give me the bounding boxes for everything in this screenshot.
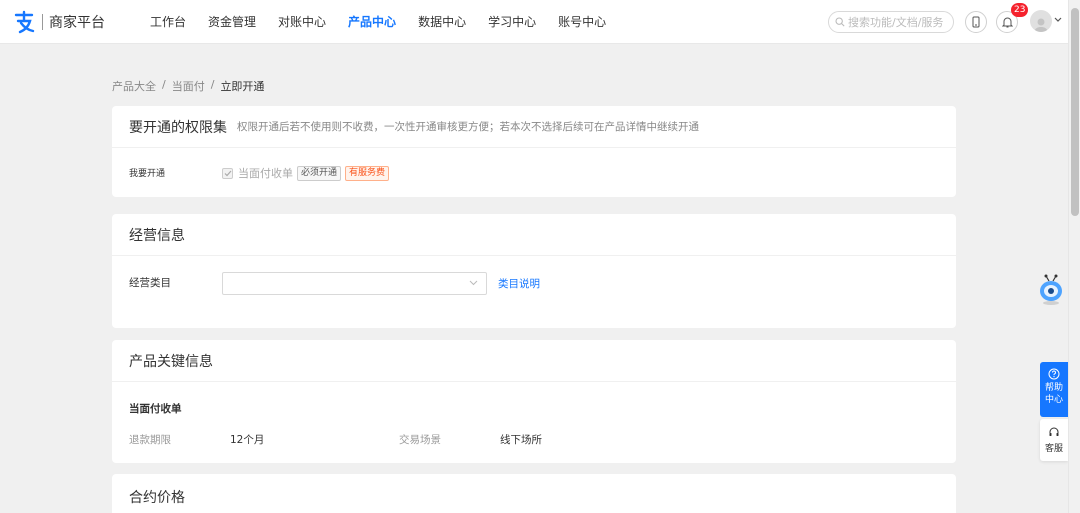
permissions-description: 权限开通后若不使用则不收费，一次性开通审核更方便；若本次不选择后续可在产品详情中… — [237, 121, 699, 133]
permission-option: 当面付收单 必须开通 有服务费 — [222, 165, 390, 181]
category-help-link[interactable]: 类目说明 — [498, 276, 540, 291]
breadcrumb-current: 立即开通 — [220, 80, 265, 93]
permissions-header: 要开通的权限集 权限开通后若不使用则不收费，一次性开通审核更方便；若本次不选择后… — [112, 106, 956, 148]
scene-label: 交易场景 — [399, 434, 441, 446]
chevron-down-icon[interactable] — [1054, 17, 1062, 23]
brand-logo[interactable]: 商家平台 — [12, 10, 105, 34]
business-info-card: 经营信息 经营类目 类目说明 — [112, 214, 956, 328]
logo-divider — [42, 14, 43, 30]
checkmark-icon — [224, 170, 231, 176]
key-info-subtitle: 当面付收单 — [129, 403, 182, 415]
scrollbar-thumb[interactable] — [1071, 8, 1079, 216]
page-scrollbar[interactable] — [1068, 0, 1080, 513]
scene-value: 线下场所 — [500, 434, 542, 446]
alipay-logo-icon — [14, 10, 35, 34]
search-icon — [835, 17, 845, 27]
breadcrumb-separator: / — [162, 78, 166, 91]
customer-service-label: 客服 — [1044, 444, 1063, 454]
service-fee-tag: 有服务费 — [345, 165, 390, 181]
key-info-title: 产品关键信息 — [129, 353, 213, 370]
question-icon — [1048, 368, 1060, 380]
breadcrumb-face-pay[interactable]: 当面付 — [172, 78, 205, 94]
nav-item-account[interactable]: 账号中心 — [558, 0, 606, 44]
mobile-button[interactable] — [965, 11, 987, 33]
assistant-robot-icon[interactable] — [1038, 274, 1064, 306]
permissions-title: 要开通的权限集 — [129, 119, 227, 136]
mobile-icon — [972, 16, 980, 28]
nav-item-data[interactable]: 数据中心 — [418, 0, 466, 44]
permission-checkbox-label: 当面付收单 — [238, 167, 293, 180]
breadcrumb: 产品大全 / 当面付 / 立即开通 — [112, 78, 270, 94]
customer-service-button[interactable]: 客服 — [1040, 419, 1068, 461]
avatar[interactable] — [1030, 10, 1052, 32]
required-tag: 必须开通 — [297, 165, 342, 181]
business-info-title: 经营信息 — [129, 227, 185, 244]
pricing-card: 合约价格 — [112, 474, 956, 513]
top-navbar: 商家平台 工作台 资金管理 对账中心 产品中心 数据中心 学习中心 账号中心 2… — [0, 0, 1068, 44]
user-icon — [1034, 18, 1048, 32]
key-info-card: 产品关键信息 当面付收单 退款期限 12个月 交易场景 线下场所 — [112, 340, 956, 463]
search-input[interactable] — [848, 15, 952, 29]
nav-item-learning[interactable]: 学习中心 — [488, 0, 536, 44]
nav-item-products[interactable]: 产品中心 — [348, 0, 396, 44]
permission-checkbox[interactable] — [222, 167, 233, 179]
brand-name: 商家平台 — [49, 15, 105, 31]
category-label: 经营类目 — [129, 277, 171, 289]
help-center-label: 帮助中心 — [1044, 383, 1063, 405]
business-info-header: 经营信息 — [112, 214, 956, 256]
help-center-button[interactable]: 帮助中心 — [1040, 362, 1068, 417]
nav-item-reconciliation[interactable]: 对账中心 — [278, 0, 326, 44]
pricing-header: 合约价格 — [112, 474, 956, 507]
nav-item-funds[interactable]: 资金管理 — [208, 0, 256, 44]
category-select[interactable] — [222, 272, 487, 295]
enable-label: 我要开通 — [129, 169, 166, 179]
bell-icon — [1001, 17, 1013, 28]
pricing-title: 合约价格 — [129, 490, 185, 506]
search-box[interactable] — [828, 11, 954, 33]
breadcrumb-separator: / — [210, 78, 215, 91]
chevron-down-icon — [469, 280, 478, 286]
nav-item-workbench[interactable]: 工作台 — [150, 0, 186, 44]
breadcrumb-products[interactable]: 产品大全 — [112, 78, 156, 94]
refund-value: 12个月 — [230, 434, 265, 446]
main-nav: 工作台 资金管理 对账中心 产品中心 数据中心 学习中心 账号中心 — [150, 0, 628, 44]
refund-label: 退款期限 — [129, 434, 171, 446]
permissions-card: 要开通的权限集 权限开通后若不使用则不收费，一次性开通审核更方便；若本次不选择后… — [112, 106, 956, 197]
key-info-header: 产品关键信息 — [112, 340, 956, 382]
headset-icon — [1049, 427, 1059, 436]
notification-badge: 23 — [1011, 3, 1029, 17]
